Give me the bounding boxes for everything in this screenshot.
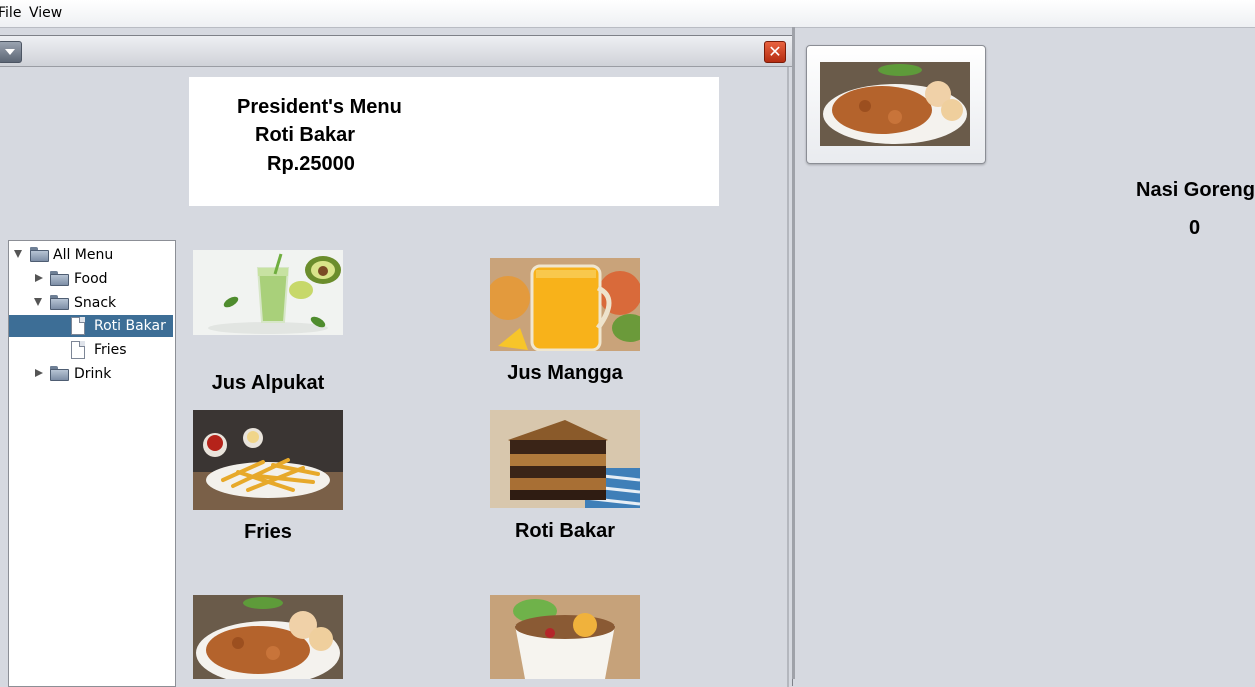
menu-file[interactable]: File — [0, 5, 21, 21]
product-name-fries: Fries — [244, 521, 292, 543]
product-image-jus-mangga[interactable] — [490, 258, 640, 351]
fries-icon — [193, 410, 343, 510]
product-image-jus-alpukat[interactable] — [193, 250, 343, 335]
roti-bakar-icon — [490, 410, 640, 508]
selected-item-name: Nasi Goreng — [1136, 179, 1255, 201]
split-divider[interactable] — [792, 27, 795, 679]
selected-item-thumbnail-button[interactable] — [806, 45, 986, 164]
header-panel: President's Menu Roti Bakar Rp.25000 — [189, 77, 719, 206]
tree-node-fries[interactable]: Fries — [9, 339, 173, 361]
frame-edge — [787, 67, 789, 687]
folder-icon — [50, 366, 69, 381]
frame-close-button[interactable]: ✕ — [764, 41, 786, 63]
menu-bar: File View — [0, 0, 1255, 28]
expand-right-icon[interactable] — [35, 274, 43, 282]
product-image-nasi-goreng[interactable] — [193, 595, 343, 679]
expand-right-icon[interactable] — [35, 369, 43, 377]
product-name-roti-bakar: Roti Bakar — [514, 520, 616, 542]
frame-menu-button[interactable] — [0, 41, 22, 63]
tree-label: Fries — [94, 342, 127, 358]
folder-icon — [50, 271, 69, 286]
expand-down-icon[interactable] — [34, 298, 42, 306]
folder-open-icon — [50, 295, 69, 310]
tree-node-all-menu[interactable]: All Menu — [9, 244, 173, 266]
mango-juice-icon — [490, 258, 640, 351]
tree-node-drink[interactable]: Drink — [9, 363, 173, 385]
header-title: President's Menu — [237, 96, 402, 118]
document-icon — [71, 341, 85, 359]
product-name-jus-mangga: Jus Mangga — [507, 362, 623, 384]
tree-node-snack[interactable]: Snack — [9, 292, 173, 314]
tree-label: Food — [74, 271, 108, 287]
menu-tree[interactable]: All Menu Food Snack Roti Bakar Fries Dri… — [8, 240, 176, 687]
product-name-jus-alpukat: Jus Alpukat — [211, 372, 325, 394]
product-image-roti-bakar[interactable] — [490, 410, 640, 508]
tree-node-food[interactable]: Food — [9, 268, 173, 290]
close-icon: ✕ — [768, 42, 782, 61]
menu-view[interactable]: View — [29, 5, 62, 21]
tree-label: Roti Bakar — [94, 318, 166, 334]
product-image-fries[interactable] — [193, 410, 343, 510]
header-price: Rp.25000 — [267, 153, 355, 175]
avocado-juice-icon — [193, 250, 343, 335]
product-image-rice-bowl[interactable] — [490, 595, 640, 679]
header-item-name: Roti Bakar — [255, 124, 356, 146]
tree-node-roti-bakar[interactable]: Roti Bakar — [9, 315, 173, 337]
expand-down-icon[interactable] — [14, 250, 22, 258]
nasi-goreng-thumbnail-icon — [820, 62, 970, 146]
nasi-goreng-icon — [193, 595, 343, 679]
tree-label: Drink — [74, 366, 112, 382]
document-icon — [71, 317, 85, 335]
rice-bowl-icon — [490, 595, 640, 679]
frame-titlebar[interactable]: ✕ — [0, 36, 792, 67]
selected-item-count: 0 — [1189, 217, 1201, 239]
tree-label: All Menu — [53, 247, 114, 263]
chevron-down-icon — [5, 49, 15, 55]
tree-label: Snack — [74, 295, 117, 311]
folder-open-icon — [30, 247, 49, 262]
